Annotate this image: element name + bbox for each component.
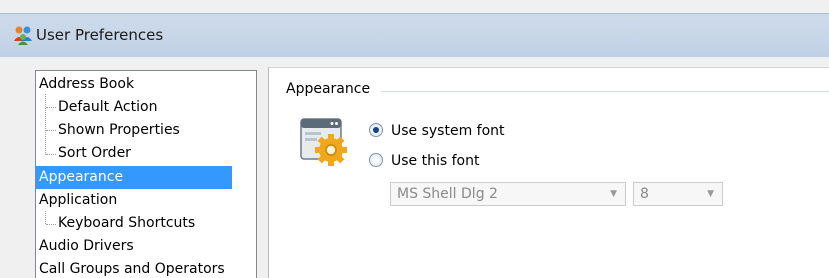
chevron-down-icon: ▼: [707, 189, 714, 199]
window-title: User Preferences: [36, 26, 164, 44]
group-title: Appearance: [286, 81, 377, 97]
use-this-font-radio[interactable]: [369, 153, 383, 167]
user-preferences-app-icon: [14, 26, 32, 45]
dialog-body: Address Book Default Action Shown Proper…: [0, 57, 829, 278]
tree-connector: [45, 211, 46, 224]
font-family-value: MS Shell Dlg 2: [397, 186, 498, 202]
chevron-down-icon: ▼: [610, 189, 617, 199]
use-system-font-radio[interactable]: [369, 123, 383, 137]
tree-item-appearance[interactable]: Appearance: [36, 166, 232, 189]
tree-connector: [46, 154, 56, 155]
tree-connector: [46, 224, 56, 225]
window-settings-icon: [300, 118, 347, 166]
font-size-value: 8: [640, 186, 649, 202]
use-this-font-label: Use this font: [391, 153, 480, 169]
font-size-select[interactable]: 8 ▼: [633, 182, 723, 206]
preferences-tree[interactable]: Address Book Default Action Shown Proper…: [35, 70, 257, 278]
font-family-select[interactable]: MS Shell Dlg 2 ▼: [390, 182, 626, 206]
title-bar[interactable]: User Preferences: [0, 13, 829, 58]
tree-connector: [46, 107, 56, 108]
appearance-settings-panel: Appearance Use system font Use this font…: [268, 67, 829, 278]
use-system-font-label: Use system font: [391, 123, 505, 139]
tree-connector: [46, 130, 56, 131]
group-divider: [381, 91, 829, 92]
user-preferences-window: User Preferences Address Book Default Ac…: [0, 0, 829, 278]
tree-connector: [45, 94, 46, 155]
